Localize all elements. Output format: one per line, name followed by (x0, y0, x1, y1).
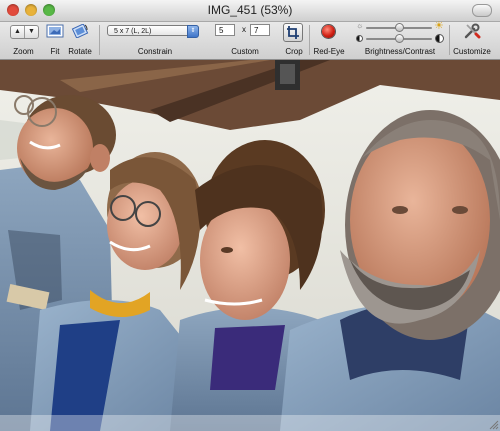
select-arrows-icon: ⇕ (187, 25, 199, 38)
constrain-select[interactable]: 5 x 7 (L, 2L) ⇕ (107, 25, 199, 38)
resize-grip-icon[interactable] (488, 419, 499, 430)
custom-size-control: 5 x 7 Custom (210, 22, 280, 59)
contrast-slider-thumb[interactable] (394, 34, 404, 43)
preview-window: IMG_451 (53%) ▲ ▼ Zoom Fit Rotate 5 x 7 … (0, 0, 500, 431)
zoom-label: Zoom (13, 47, 34, 56)
zoom-control: ▲ ▼ Zoom (0, 22, 47, 59)
fit-button[interactable]: Fit (44, 22, 66, 59)
contrast-high-icon (435, 34, 444, 43)
custom-label: Custom (231, 47, 259, 56)
rotate-label: Rotate (68, 47, 92, 56)
constrain-selected-value: 5 x 7 (L, 2L) (114, 28, 152, 35)
image-canvas[interactable] (0, 60, 500, 431)
fit-icon (46, 24, 64, 38)
crop-control: Crop (280, 22, 308, 59)
toolbar-toggle-button[interactable] (472, 4, 492, 17)
red-eye-icon (322, 25, 335, 38)
fit-label: Fit (50, 47, 60, 56)
red-eye-button[interactable]: Red-Eye (310, 22, 348, 59)
custom-width-field[interactable]: 5 (215, 24, 235, 36)
zoom-buttons: ▲ ▼ (10, 25, 39, 39)
brightness-contrast-label: Brightness/Contrast (364, 47, 436, 56)
rotate-button[interactable]: Rotate (67, 22, 93, 59)
rotate-icon (71, 24, 89, 38)
brightness-high-icon: ☀ (434, 20, 444, 32)
crop-button[interactable] (283, 23, 303, 42)
crop-icon (287, 26, 299, 39)
toolbar: ▲ ▼ Zoom Fit Rotate 5 x 7 (L, 2L) ⇕ Cons… (0, 20, 500, 60)
constrain-control: 5 x 7 (L, 2L) ⇕ Constrain (100, 22, 210, 59)
custom-height-field[interactable]: 7 (250, 24, 270, 36)
custom-separator: x (242, 25, 246, 34)
brightness-contrast-control: ☼ ☀ Brightness/Contrast (352, 20, 448, 59)
brightness-slider-thumb[interactable] (394, 23, 404, 32)
photo-image (0, 60, 500, 431)
zoom-out-button[interactable]: ▼ (25, 26, 38, 38)
red-eye-label: Red-Eye (313, 47, 345, 56)
wrench-screwdriver-icon (464, 23, 481, 39)
customize-button[interactable]: Customize (450, 22, 494, 59)
customize-label: Customize (453, 47, 491, 56)
window-title: IMG_451 (53%) (207, 3, 293, 17)
contrast-low-icon (356, 35, 363, 42)
constrain-label: Constrain (137, 47, 173, 56)
zoom-in-button[interactable]: ▲ (11, 26, 25, 38)
title-bar[interactable]: IMG_451 (53%) (0, 0, 500, 22)
brightness-low-icon: ☼ (356, 21, 364, 30)
crop-label: Crop (285, 47, 303, 56)
